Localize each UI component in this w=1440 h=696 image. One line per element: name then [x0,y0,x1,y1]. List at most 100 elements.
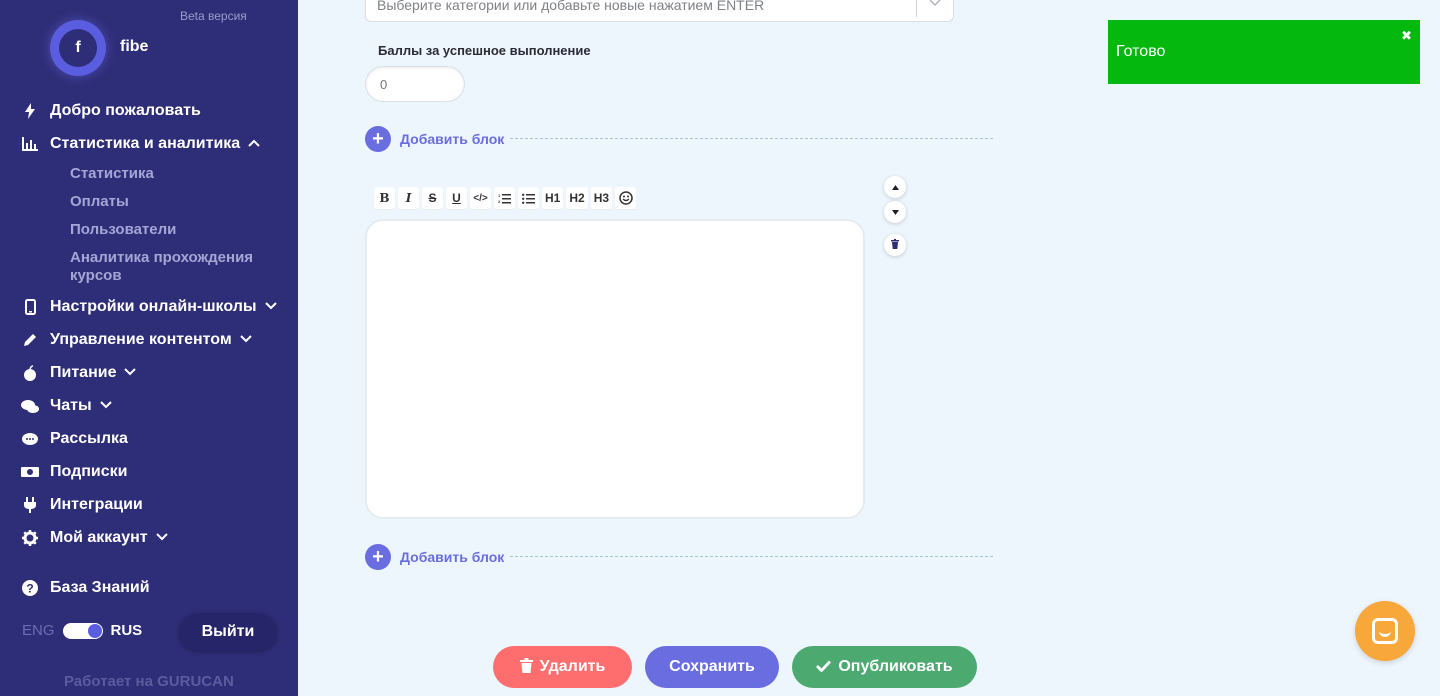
sidebar-item-label: Питание [50,364,117,381]
italic-button[interactable]: I [398,187,419,209]
close-icon[interactable]: ✖ [1401,28,1412,44]
sidebar-item-label: Интеграции [50,496,143,513]
delete-block-button[interactable] [884,234,906,256]
publish-button[interactable]: Опубликовать [792,646,977,688]
sidebar-item-label: Статистика и аналитика [50,135,241,152]
add-block-label: Добавить блок [400,131,505,147]
heading1-button[interactable]: H1 [542,187,564,209]
add-block-button[interactable]: + Добавить блок [365,544,504,570]
success-toast: Готово ✖ [1108,20,1420,84]
plug-icon [20,495,40,515]
sidebar-item-label: Подписки [50,463,128,480]
logout-button[interactable]: Выйти [179,613,277,651]
mobile-icon [20,297,40,317]
ordered-list-button[interactable]: ol 12 [494,187,515,209]
move-up-button[interactable] [884,176,906,198]
sidebar-item-statistics[interactable]: Статистика и аналитика [20,129,260,159]
money-icon [20,462,40,482]
publish-label: Опубликовать [838,658,953,675]
sidebar: Beta версия f fibe Добро пожаловать Стат… [0,0,298,696]
sidebar-item-mailing[interactable]: Рассылка [20,424,128,454]
sidebar-item-nutrition[interactable]: Питание [20,358,137,388]
toggle-knob [87,623,102,638]
comment-icon [20,429,40,449]
code-button[interactable]: </> [470,187,491,209]
trash-icon [519,657,533,677]
chat-widget-button[interactable] [1355,601,1415,661]
beta-label: Beta версия [180,9,247,23]
svg-text:1: 1 [498,193,501,198]
chats-icon [20,396,40,416]
bold-button[interactable]: B [374,187,395,209]
bullet-list-button[interactable]: ul [518,187,539,209]
chevron-down-icon [264,301,277,313]
select-divider [916,0,917,17]
sidebar-item-integrations[interactable]: Интеграции [20,490,143,520]
sidebar-subitem-statistics[interactable]: Статистика [70,165,280,183]
heading2-button[interactable]: H2 [566,187,588,209]
category-select[interactable]: Выберите категории или добавьте новые на… [365,0,954,22]
lang-eng[interactable]: ENG [22,622,55,639]
sidebar-item-label: Мой аккаунт [50,529,148,546]
chevron-up-icon [248,138,260,150]
sidebar-item-label: Управление контентом [50,331,232,348]
username: fibe [120,38,149,55]
chevron-down-icon [99,400,112,412]
points-input[interactable] [365,66,465,102]
svg-text:2: 2 [498,199,501,204]
underline-button[interactable]: U [446,187,467,209]
trash-icon [891,239,899,251]
powered-by: Работает на GURUCAN [64,673,234,690]
strikethrough-button[interactable]: S [422,187,443,209]
sidebar-item-label: Добро пожаловать [50,102,201,119]
sidebar-subitem-payments[interactable]: Оплаты [70,193,280,211]
lang-rus[interactable]: RUS [111,622,143,639]
divider [510,138,993,139]
add-block-label: Добавить блок [400,549,505,565]
sidebar-item-knowledge-base[interactable]: ? База Знаний [20,573,150,603]
delete-button[interactable]: Удалить [493,646,632,688]
check-icon [816,659,832,676]
sidebar-item-label: Настройки онлайн-школы [50,298,257,315]
language-switch: ENG RUS [22,622,142,639]
caret-up-icon [891,182,899,192]
text-editor[interactable] [365,219,865,519]
chevron-down-icon [239,334,252,346]
chevron-down-icon [124,367,137,379]
sidebar-item-school-settings[interactable]: Настройки онлайн-школы [20,292,277,322]
gear-icon [20,528,40,548]
chevron-down-icon [155,532,168,544]
emoji-button[interactable]: ☺ [615,187,637,209]
chat-icon [1372,618,1398,644]
svg-text:?: ? [26,582,33,596]
chevron-down-icon[interactable] [929,0,941,10]
sidebar-item-welcome[interactable]: Добро пожаловать [20,96,201,126]
language-toggle[interactable] [62,622,103,639]
points-label: Баллы за успешное выполнение [378,43,591,58]
sidebar-item-label: База Знаний [50,579,150,596]
avatar-letter: f [59,29,97,67]
plus-icon: + [365,544,391,570]
pencil-icon [20,330,40,350]
apple-icon [20,363,40,383]
sidebar-item-subscriptions[interactable]: Подписки [20,457,127,487]
save-button[interactable]: Сохранить [645,646,779,688]
sidebar-subitem-course-analytics[interactable]: Аналитика прохождения курсов [70,249,280,285]
heading3-button[interactable]: H3 [590,187,613,209]
add-block-button[interactable]: + Добавить блок [365,126,504,152]
sidebar-item-content[interactable]: Управление контентом [20,325,252,355]
divider [510,556,993,557]
sidebar-item-label: Рассылка [50,430,128,447]
caret-down-icon [891,207,899,217]
sidebar-subitem-users[interactable]: Пользователи [70,221,280,239]
bolt-icon [20,101,40,121]
toast-message: Готово [1116,43,1166,60]
avatar[interactable]: f [50,20,106,76]
sidebar-item-account[interactable]: Мой аккаунт [20,523,168,553]
move-down-button[interactable] [884,201,906,223]
chart-icon [20,134,40,154]
sidebar-item-chats[interactable]: Чаты [20,391,112,421]
delete-label: Удалить [539,658,606,675]
sidebar-item-label: Чаты [50,397,92,414]
save-label: Сохранить [669,658,755,675]
